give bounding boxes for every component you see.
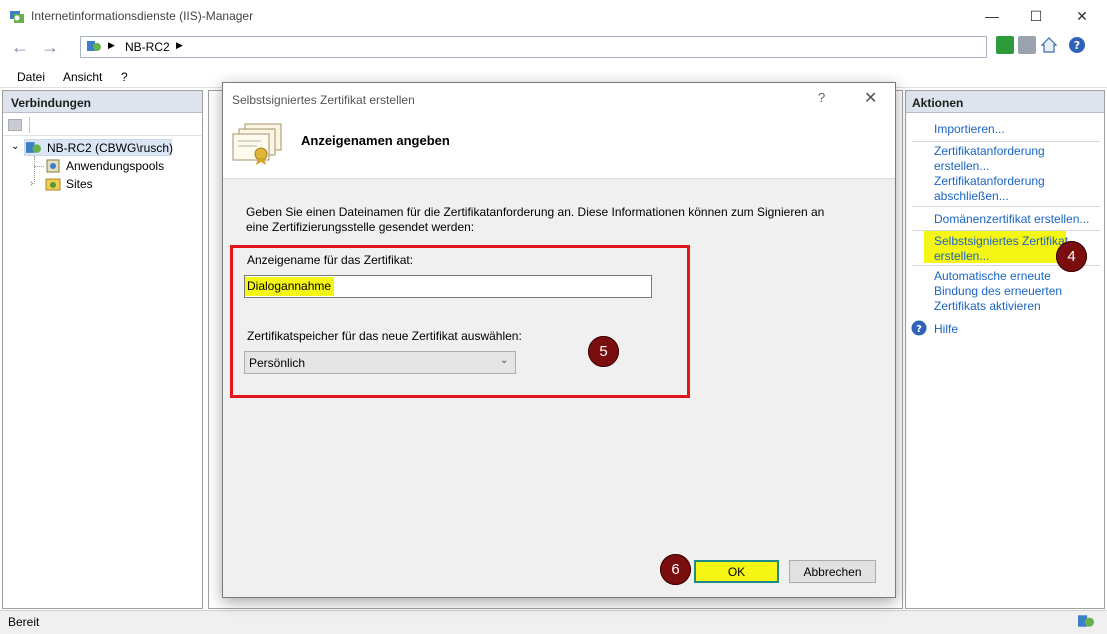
action-self-signed-cert[interactable]: Selbstsigniertes Zertifikat erstellen...: [934, 234, 1074, 264]
tree-root-server[interactable]: NB-RC2 (CBWG\rusch): [47, 141, 173, 155]
dialog-description: Geben Sie einen Dateinamen für die Zerti…: [246, 205, 825, 234]
breadcrumb-server[interactable]: NB-RC2: [125, 40, 170, 54]
help-icon[interactable]: ?: [1068, 36, 1086, 54]
menu-file[interactable]: Datei: [17, 70, 45, 84]
status-bar: [0, 610, 1107, 634]
status-text: Bereit: [8, 615, 40, 629]
chevron-right-icon[interactable]: ›: [30, 178, 33, 189]
tree-line: [34, 156, 35, 184]
toolbar-divider: [29, 117, 30, 133]
ok-button[interactable]: OK: [694, 560, 779, 583]
certificate-icon: [232, 123, 282, 165]
connect-icon[interactable]: [8, 119, 22, 131]
action-divider: [912, 141, 1100, 142]
address-bar[interactable]: [80, 36, 987, 58]
svg-text:?: ?: [916, 324, 922, 335]
tree-item-app-pools[interactable]: Anwendungspools: [66, 159, 164, 173]
stop-icon[interactable]: [1018, 36, 1036, 54]
action-domain-cert[interactable]: Domänenzertifikat erstellen...: [934, 212, 1099, 227]
minimize-button[interactable]: —: [969, 0, 1015, 32]
action-complete-request[interactable]: Zertifikatanforderung abschließen...: [934, 174, 1064, 204]
maximize-button[interactable]: ☐: [1013, 0, 1059, 32]
dialog-help-button[interactable]: ?: [818, 90, 825, 105]
chevron-down-icon[interactable]: ⌄: [11, 141, 19, 152]
chevron-down-icon[interactable]: ⌄: [500, 355, 508, 366]
refresh-icon[interactable]: [996, 36, 1014, 54]
action-divider: [912, 230, 1100, 231]
action-auto-rebind[interactable]: Automatische erneute Bindung des erneuer…: [934, 269, 1069, 314]
server-icon: [26, 142, 41, 153]
cert-store-label: Zertifikatspeicher für das neue Zertifik…: [247, 329, 522, 343]
svg-text:?: ?: [1074, 39, 1080, 52]
close-button[interactable]: ✕: [1059, 0, 1105, 32]
connections-title: Verbindungen: [11, 96, 92, 110]
action-import[interactable]: Importieren...: [934, 122, 1084, 137]
tree-line: [34, 166, 44, 167]
server-icon: [1078, 615, 1094, 627]
app-pool-icon: [46, 159, 60, 173]
cancel-button[interactable]: Abbrechen: [789, 560, 876, 583]
back-button[interactable]: ←: [8, 35, 32, 59]
step-badge-4: 4: [1056, 241, 1087, 272]
window-title: Internetinformationsdienste (IIS)-Manage…: [31, 9, 254, 23]
dialog-title: Selbstsigniertes Zertifikat erstellen: [232, 93, 415, 107]
breadcrumb-arrow-icon[interactable]: ▶: [176, 40, 183, 51]
annotation-frame: [230, 245, 690, 398]
connections-toolbar: [3, 114, 202, 136]
step-badge-6: 6: [660, 554, 691, 585]
menu-view[interactable]: Ansicht: [63, 70, 102, 84]
menu-help[interactable]: ?: [121, 70, 128, 84]
action-help[interactable]: Hilfe: [934, 322, 1084, 337]
sites-icon: [45, 178, 61, 191]
friendly-name-value: Dialogannahme: [245, 277, 335, 296]
breadcrumb-arrow-icon: ▶: [108, 40, 115, 50]
cert-store-value: Persönlich: [249, 356, 306, 370]
forward-button[interactable]: →: [38, 35, 62, 59]
step-badge-5: 5: [588, 336, 619, 367]
friendly-name-label: Anzeigename für das Zertifikat:: [247, 253, 414, 267]
action-divider: [912, 206, 1100, 207]
tree-item-sites[interactable]: Sites: [66, 177, 93, 191]
home-icon[interactable]: [1040, 36, 1058, 54]
iis-app-icon: [10, 11, 24, 23]
dialog-heading: Anzeigenamen angeben: [301, 133, 450, 148]
action-create-request[interactable]: Zertifikatanforderung erstellen...: [934, 144, 1064, 174]
actions-title: Aktionen: [912, 96, 964, 110]
dialog-close-button[interactable]: ✕: [864, 88, 877, 108]
help-icon: ?: [911, 320, 927, 336]
server-icon: [87, 41, 101, 51]
